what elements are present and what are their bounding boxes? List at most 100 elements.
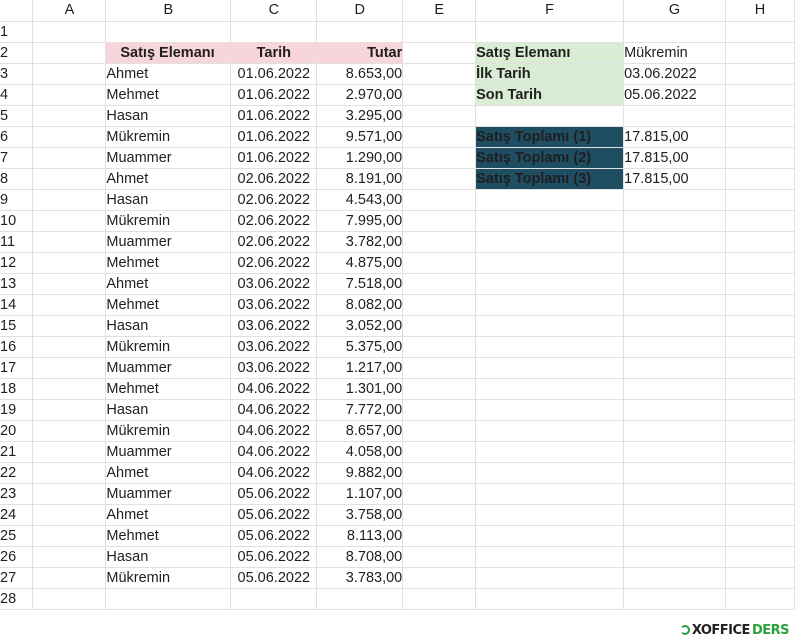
cell[interactable]	[32, 399, 107, 421]
sales-name-cell[interactable]: Muammer	[105, 357, 232, 379]
cell[interactable]	[623, 357, 727, 379]
sales-date-cell[interactable]: 03.06.2022	[230, 294, 318, 316]
cell[interactable]	[402, 21, 477, 43]
column-header-h[interactable]: H	[725, 0, 795, 22]
cell[interactable]	[475, 567, 625, 589]
cell[interactable]	[402, 63, 477, 85]
cell[interactable]	[725, 567, 795, 589]
sales-name-cell[interactable]: Mehmet	[105, 378, 232, 400]
sales-name-cell[interactable]: Ahmet	[105, 504, 232, 526]
row-header[interactable]: 16	[0, 336, 34, 358]
cell[interactable]	[725, 336, 795, 358]
cell[interactable]	[402, 420, 477, 442]
cell[interactable]	[32, 546, 107, 568]
row-header[interactable]: 13	[0, 273, 34, 295]
cell[interactable]	[725, 252, 795, 274]
sales-amount-cell[interactable]: 4.875,00	[316, 252, 404, 274]
total-value-2[interactable]: 17.815,00	[623, 147, 727, 169]
cell[interactable]	[475, 462, 625, 484]
column-header-e[interactable]: E	[402, 0, 477, 22]
cell[interactable]	[725, 525, 795, 547]
cell[interactable]	[402, 483, 477, 505]
header-date[interactable]: Tarih	[230, 42, 318, 64]
cell[interactable]	[32, 315, 107, 337]
cell[interactable]	[402, 126, 477, 148]
cell[interactable]	[402, 168, 477, 190]
sales-amount-cell[interactable]: 4.058,00	[316, 441, 404, 463]
cell[interactable]	[475, 315, 625, 337]
cell[interactable]	[623, 105, 727, 127]
cell[interactable]	[475, 546, 625, 568]
sales-amount-cell[interactable]: 8.708,00	[316, 546, 404, 568]
cell[interactable]	[32, 84, 107, 106]
cell[interactable]	[32, 231, 107, 253]
cell[interactable]	[623, 315, 727, 337]
cell[interactable]	[725, 357, 795, 379]
cell[interactable]	[475, 210, 625, 232]
cell[interactable]	[623, 546, 727, 568]
sales-amount-cell[interactable]: 3.782,00	[316, 231, 404, 253]
header-sales-person[interactable]: Satış Elemanı	[105, 42, 232, 64]
total-label-3[interactable]: Satış Toplamı (3)	[475, 168, 625, 190]
row-header[interactable]: 1	[0, 21, 34, 43]
sales-date-cell[interactable]: 04.06.2022	[230, 420, 318, 442]
cell[interactable]	[623, 399, 727, 421]
cell[interactable]	[402, 378, 477, 400]
sales-date-cell[interactable]: 04.06.2022	[230, 399, 318, 421]
cell[interactable]	[725, 273, 795, 295]
sales-date-cell[interactable]: 02.06.2022	[230, 189, 318, 211]
column-header-g[interactable]: G	[623, 0, 727, 22]
cell[interactable]	[402, 189, 477, 211]
sales-amount-cell[interactable]: 7.772,00	[316, 399, 404, 421]
cell[interactable]	[32, 504, 107, 526]
row-header[interactable]: 7	[0, 147, 34, 169]
sales-amount-cell[interactable]: 1.301,00	[316, 378, 404, 400]
cell[interactable]	[32, 252, 107, 274]
cell[interactable]	[475, 189, 625, 211]
sales-name-cell[interactable]: Mehmet	[105, 84, 232, 106]
sales-date-cell[interactable]: 03.06.2022	[230, 357, 318, 379]
cell[interactable]	[623, 420, 727, 442]
row-header[interactable]: 5	[0, 105, 34, 127]
cell[interactable]	[725, 462, 795, 484]
column-header-a[interactable]: A	[32, 0, 107, 22]
cell[interactable]	[475, 336, 625, 358]
cell[interactable]	[725, 63, 795, 85]
header-amount[interactable]: Tutar	[316, 42, 404, 64]
sales-name-cell[interactable]: Muammer	[105, 483, 232, 505]
cell[interactable]	[402, 357, 477, 379]
row-header[interactable]: 19	[0, 399, 34, 421]
row-header[interactable]: 20	[0, 420, 34, 442]
cell[interactable]	[725, 126, 795, 148]
row-header[interactable]: 12	[0, 252, 34, 274]
cell[interactable]	[402, 462, 477, 484]
sales-name-cell[interactable]: Ahmet	[105, 273, 232, 295]
sales-date-cell[interactable]: 03.06.2022	[230, 315, 318, 337]
row-header[interactable]: 21	[0, 441, 34, 463]
cell[interactable]	[32, 357, 107, 379]
cell[interactable]	[402, 273, 477, 295]
cell[interactable]	[475, 399, 625, 421]
cell[interactable]	[230, 21, 318, 43]
cell[interactable]	[623, 21, 727, 43]
cell[interactable]	[725, 483, 795, 505]
cell[interactable]	[623, 273, 727, 295]
sales-name-cell[interactable]: Ahmet	[105, 462, 232, 484]
cell[interactable]	[230, 588, 318, 610]
sales-amount-cell[interactable]: 2.970,00	[316, 84, 404, 106]
sales-name-cell[interactable]: Muammer	[105, 147, 232, 169]
sales-amount-cell[interactable]: 5.375,00	[316, 336, 404, 358]
cell[interactable]	[475, 525, 625, 547]
row-header[interactable]: 11	[0, 231, 34, 253]
cell[interactable]	[316, 21, 404, 43]
sales-amount-cell[interactable]: 8.082,00	[316, 294, 404, 316]
cell[interactable]	[402, 231, 477, 253]
sales-date-cell[interactable]: 05.06.2022	[230, 546, 318, 568]
cell[interactable]	[105, 21, 232, 43]
sales-date-cell[interactable]: 01.06.2022	[230, 63, 318, 85]
row-header[interactable]: 22	[0, 462, 34, 484]
sales-amount-cell[interactable]: 8.191,00	[316, 168, 404, 190]
cell[interactable]	[623, 504, 727, 526]
cell[interactable]	[402, 504, 477, 526]
row-header[interactable]: 6	[0, 126, 34, 148]
